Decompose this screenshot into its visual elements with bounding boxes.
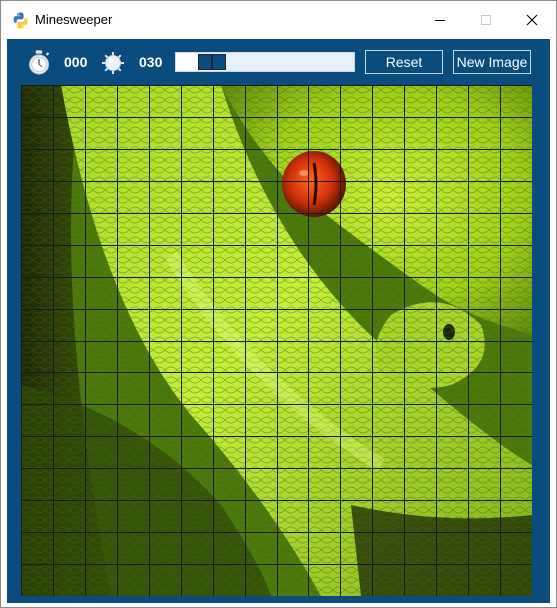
mine-icon: [102, 52, 124, 74]
close-icon: [526, 14, 538, 26]
timer-display: 000: [64, 54, 88, 70]
stopwatch-icon: [29, 50, 50, 75]
close-button[interactable]: [509, 1, 555, 39]
game-area: 000 030 Reset New Image: [7, 39, 550, 603]
minefield-board[interactable]: [21, 85, 532, 596]
progress-thumb-segment[interactable]: [212, 54, 226, 70]
window-title: Minesweeper: [35, 12, 113, 27]
app-window: Minesweeper 000 030 Reset New Image: [0, 0, 557, 608]
progress-thumb[interactable]: [198, 54, 212, 70]
reset-button[interactable]: Reset: [365, 50, 443, 74]
toolbar: 000 030 Reset New Image: [7, 39, 550, 85]
progress-fill: [176, 53, 198, 71]
minimize-button[interactable]: [417, 1, 463, 39]
minimize-icon: [434, 19, 445, 21]
new-image-button[interactable]: New Image: [453, 50, 531, 74]
mine-counter: 030: [139, 54, 163, 70]
maximize-button[interactable]: [463, 1, 509, 39]
python-icon: [13, 12, 28, 29]
progress-slider[interactable]: [175, 52, 355, 72]
title-bar[interactable]: Minesweeper: [1, 1, 556, 39]
maximize-icon: [480, 14, 491, 25]
board-grid: [21, 85, 532, 596]
